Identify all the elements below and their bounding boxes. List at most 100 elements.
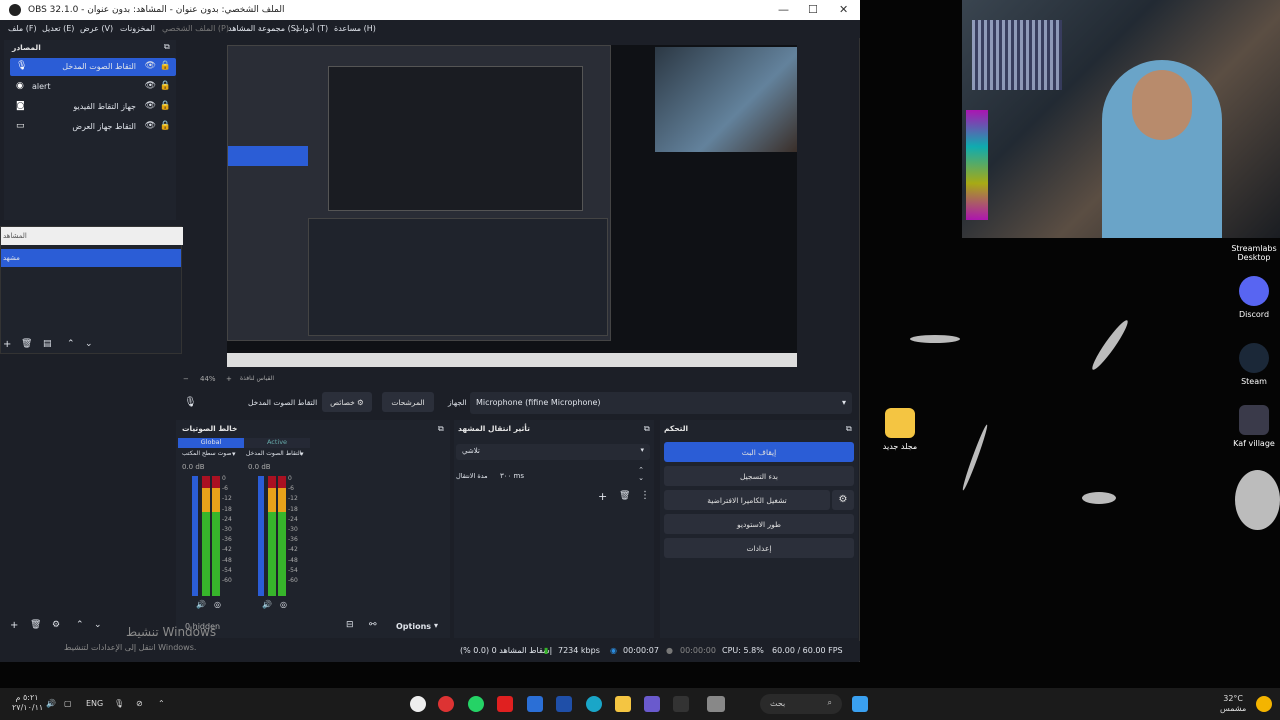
microphone-icon[interactable]: 🎙 (114, 699, 124, 708)
chevron-down-icon[interactable]: ▾ (232, 450, 236, 458)
source-item-video[interactable]: ◙ جهاز التقاط الفيديو 👁 🔒 (10, 98, 176, 116)
zoom-out-icon[interactable]: − (183, 375, 189, 383)
lock-icon[interactable]: 🔒 (160, 121, 171, 131)
dock-float-icon[interactable]: ⧉ (164, 42, 170, 52)
scene-item[interactable]: مشهد (1, 249, 181, 267)
preview-canvas[interactable] (227, 45, 797, 367)
move-up-icon[interactable]: ⌃ (67, 339, 75, 349)
task-view-icon[interactable] (707, 696, 725, 712)
outlook-icon[interactable] (527, 696, 543, 712)
terminal-icon[interactable] (673, 696, 689, 712)
language-indicator[interactable]: ENG (86, 699, 103, 708)
lock-icon[interactable]: 🔒 (160, 81, 171, 91)
menu-docks[interactable]: المخزونات (120, 24, 155, 33)
stepper-icon[interactable]: ⌃ ⌄ (638, 466, 644, 482)
studio-mode-button[interactable]: طور الاستوديو (664, 514, 854, 534)
network-icon[interactable]: ▢ (64, 699, 72, 708)
desktop-icon-steam[interactable]: Steam (1222, 343, 1280, 386)
volume-slider[interactable] (192, 476, 198, 596)
zoom-in-icon[interactable]: + (226, 375, 232, 383)
youtube-icon[interactable] (497, 696, 513, 712)
stop-stream-button[interactable]: إيقاف البث (664, 442, 854, 462)
duration-spinbox[interactable]: ٣٠٠ ms ⌃ ⌄ (494, 466, 650, 484)
start-record-button[interactable]: بدء التسجيل (664, 466, 854, 486)
app-icon[interactable] (644, 696, 660, 712)
source-item-alert[interactable]: ◉ alert 👁 🔒 (10, 78, 176, 96)
eye-icon[interactable]: 👁 (145, 61, 156, 71)
dock-float-icon[interactable]: ⧉ (644, 424, 650, 434)
chevron-down-icon[interactable]: ▾ (300, 450, 304, 458)
move-down-icon[interactable]: ⌄ (85, 339, 93, 349)
move-down-icon[interactable]: ⌄ (94, 620, 102, 630)
volume-slider[interactable] (258, 476, 264, 596)
add-transition-icon[interactable]: + (598, 490, 607, 503)
tab-active[interactable]: Active (244, 438, 310, 448)
search-box[interactable]: بحث ⌕ (760, 694, 842, 714)
edge-icon[interactable] (586, 696, 602, 712)
app-icon[interactable] (438, 696, 454, 712)
tab-global[interactable]: Global (178, 438, 244, 448)
whatsapp-icon[interactable] (468, 696, 484, 712)
camera-icon: ◙ (16, 101, 25, 111)
db-tick-label: -60 (222, 577, 232, 585)
transition-select[interactable]: تلاشي ▾ (456, 444, 650, 460)
dock-float-icon[interactable]: ⧉ (438, 424, 444, 434)
bluetooth-icon[interactable]: ⊘ (136, 699, 143, 708)
store-icon[interactable] (556, 696, 572, 712)
file-explorer-icon[interactable] (615, 696, 631, 712)
filter-icon[interactable]: ▤ (43, 339, 52, 349)
delete-scene-icon[interactable]: 🗑 (21, 339, 32, 349)
more-icon[interactable]: ⋮ (640, 490, 650, 501)
delete-source-icon[interactable]: 🗑 (30, 620, 41, 630)
desktop-icon-discord[interactable]: Discord (1222, 276, 1280, 319)
eye-icon[interactable]: 👁 (145, 101, 156, 111)
minimize-button[interactable]: — (778, 3, 789, 16)
windows-start-icon[interactable] (852, 696, 868, 712)
desktop-streak (1235, 470, 1280, 530)
monitor-icon[interactable]: ◎ (214, 600, 221, 609)
chevron-up-icon[interactable]: ⌃ (158, 699, 165, 708)
move-up-icon[interactable]: ⌃ (76, 620, 84, 630)
add-source-icon[interactable]: + (10, 620, 18, 631)
device-select[interactable]: Microphone (fifine Microphone) ▾ (470, 392, 852, 414)
add-scene-icon[interactable]: + (3, 339, 11, 350)
menu-profile[interactable]: الملف الشخصي (P) (162, 24, 229, 33)
speaker-icon[interactable]: 🔊 (196, 600, 206, 609)
menu-scene-collection[interactable]: مجموعة المشاهد (S) (228, 24, 299, 33)
options-button[interactable]: Options (396, 622, 431, 631)
source-item-mic[interactable]: 🎙 التقاط الصوت المدخل 👁 🔒 (10, 58, 176, 76)
zoom-fit-label[interactable]: القياس لنافذة (240, 375, 274, 382)
properties-button[interactable]: خصائص ⚙ (322, 392, 372, 412)
clock[interactable]: ٥:٢١ م ٢٧/١٠/١١ (12, 693, 43, 713)
monitor-icon[interactable]: ◎ (280, 600, 287, 609)
menu-tools[interactable]: أدوات (T) (295, 24, 328, 33)
settings-button[interactable]: إعدادات (664, 538, 854, 558)
gear-icon[interactable]: ⚙ (52, 620, 60, 630)
virtual-camera-button[interactable]: تشغيل الكاميرا الافتراضية (664, 490, 830, 510)
link-icon[interactable]: ⚯ (369, 620, 377, 630)
desktop-icon-new-folder[interactable]: مجلد جديد (868, 408, 932, 451)
eye-icon[interactable]: 👁 (145, 81, 156, 91)
speaker-icon[interactable]: 🔊 (262, 600, 272, 609)
desktop-icon-kaf-village[interactable]: Kaf village (1222, 405, 1280, 448)
speaker-icon[interactable]: 🔊 (46, 699, 56, 708)
menu-edit[interactable]: تعديل (E) (42, 24, 74, 33)
filters-button[interactable]: المرشحات (382, 392, 434, 412)
lock-icon[interactable]: 🔒 (160, 61, 171, 71)
layout-icon[interactable]: ⊟ (346, 620, 354, 630)
desktop-icon-streamlabs[interactable]: Streamlabs Desktop (1222, 240, 1280, 262)
weather-widget[interactable]: 32°C مشمس (1220, 694, 1246, 714)
close-button[interactable]: ✕ (839, 3, 848, 16)
dock-float-icon[interactable]: ⧉ (846, 424, 852, 434)
menu-help[interactable]: مساعدة (H) (334, 24, 376, 33)
obs-taskbar-icon[interactable] (410, 696, 426, 712)
gear-icon[interactable]: ⚙ (832, 490, 854, 510)
source-item-display[interactable]: ▭ التقاط جهاز العرض 👁 🔒 (10, 118, 176, 136)
menu-file[interactable]: ملف (F) (8, 24, 37, 33)
maximize-button[interactable]: ☐ (808, 3, 818, 16)
browser-icon: ◉ (16, 81, 24, 91)
menu-view[interactable]: عرض (V) (80, 24, 113, 33)
lock-icon[interactable]: 🔒 (160, 101, 171, 111)
delete-transition-icon[interactable]: 🗑 (619, 491, 630, 501)
eye-icon[interactable]: 👁 (145, 121, 156, 131)
